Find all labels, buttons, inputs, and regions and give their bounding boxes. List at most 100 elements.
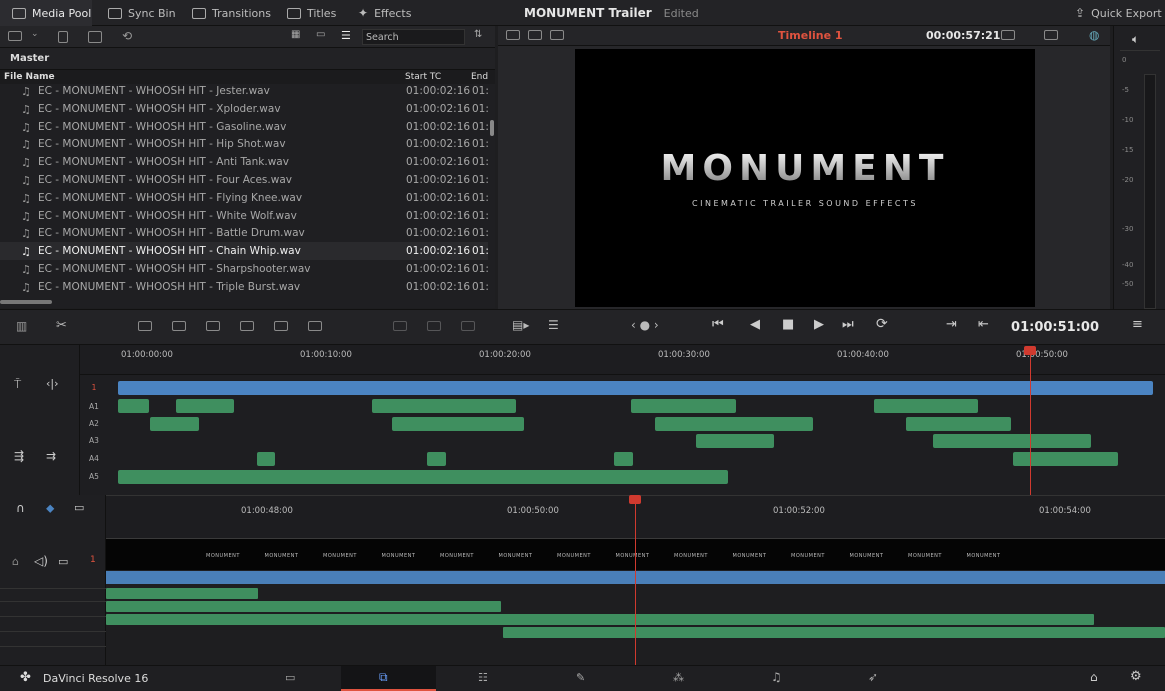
titles-tab[interactable]: Titles (287, 0, 336, 26)
fairlight-page-icon[interactable]: ♫ (771, 670, 782, 684)
file-row[interactable]: ♫ EC - MONUMENT - WHOOSH HIT - Jester.wav… (0, 82, 488, 100)
lock-icon[interactable]: ⌂ (12, 555, 19, 568)
audio-clip[interactable] (372, 399, 516, 413)
file-row[interactable]: ♫ EC - MONUMENT - WHOOSH HIT - Chain Whip… (0, 242, 488, 261)
jog-control[interactable]: ‹ ● › (631, 318, 659, 332)
home-icon[interactable]: ⌂ (1090, 670, 1098, 684)
audio-clip[interactable] (631, 399, 736, 413)
file-row[interactable]: ♫ EC - MONUMENT - WHOOSH HIT - Sharpshoot… (0, 260, 488, 278)
audio-level-icon[interactable]: ▥ (16, 319, 27, 333)
file-row[interactable]: ♫ EC - MONUMENT - WHOOSH HIT - Flying Kne… (0, 189, 488, 207)
audio-clip[interactable] (906, 417, 1011, 431)
column-start-tc[interactable]: Start TC (405, 72, 441, 82)
track-label[interactable]: A3 (84, 436, 104, 445)
column-end[interactable]: End (471, 72, 488, 82)
fit-to-fill-icon[interactable] (240, 321, 254, 331)
new-folder-icon[interactable] (88, 31, 102, 43)
append-icon[interactable] (308, 321, 322, 331)
jump-start-icon[interactable]: ⏮ (712, 317, 724, 332)
film-icon[interactable] (550, 30, 564, 40)
razor-icon[interactable]: ✂ (56, 318, 67, 333)
search-input[interactable]: Search (362, 29, 465, 45)
horizontal-scrollbar[interactable] (0, 300, 52, 304)
track-label[interactable]: A4 (84, 454, 104, 463)
media-pool-tab[interactable]: Media Pool (0, 0, 92, 26)
quick-export-button[interactable]: ⇪ Quick Export (1075, 0, 1162, 26)
overwrite-clip-icon[interactable] (172, 321, 186, 331)
lower-playhead[interactable] (635, 500, 636, 665)
track-label[interactable]: A1 (84, 402, 104, 411)
file-row[interactable]: ♫ EC - MONUMENT - WHOOSH HIT - Xploder.wa… (0, 100, 488, 118)
transform-icon[interactable] (1001, 30, 1015, 40)
audio-clip[interactable] (503, 627, 1165, 638)
audio-clip[interactable] (427, 452, 446, 466)
fusion-page-icon[interactable]: ✎ (576, 671, 585, 684)
chevron-down-icon[interactable]: ⌄ (31, 29, 39, 39)
vertical-scrollbar[interactable] (490, 120, 494, 136)
menu-icon[interactable]: ≡ (1132, 317, 1143, 332)
track-label[interactable]: A5 (84, 472, 104, 481)
flag-icon[interactable]: ⬥ (46, 501, 54, 516)
audio-clip[interactable] (257, 452, 275, 466)
file-row[interactable]: ♫ EC - MONUMENT - WHOOSH HIT - Hip Shot.w… (0, 135, 488, 153)
lock-track-icon[interactable]: ⍑ (14, 377, 21, 392)
link-icon[interactable]: ⇶ (14, 449, 24, 463)
speaker-icon[interactable]: 🔈︎ (1132, 32, 1139, 47)
jump-end-icon[interactable]: ⏭ (842, 317, 854, 332)
trim-icon[interactable]: ‹|› (46, 377, 59, 390)
audio-clip[interactable] (150, 417, 199, 431)
video-icon[interactable]: ▭ (58, 555, 68, 568)
color-page-icon[interactable]: ⁂ (673, 671, 684, 684)
sliders-icon[interactable]: ☰ (548, 318, 559, 332)
audio-clip[interactable] (106, 588, 258, 599)
audio-clip[interactable] (118, 399, 149, 413)
grid-view-icon[interactable]: ▦ (291, 29, 300, 40)
relink-icon[interactable]: ⟲ (122, 29, 132, 43)
file-row[interactable]: ♫ EC - MONUMENT - WHOOSH HIT - Four Aces.… (0, 171, 488, 189)
timeline-view-icon[interactable]: ▤▸ (512, 318, 529, 332)
audio-clip[interactable] (1013, 452, 1118, 466)
marker-icon[interactable]: ▭ (74, 501, 84, 514)
source-overwrite-icon[interactable] (461, 321, 475, 331)
track-label[interactable]: A2 (84, 419, 104, 428)
file-row[interactable]: ♫ EC - MONUMENT - WHOOSH HIT - Triple Bur… (0, 278, 488, 296)
track-label[interactable]: 1 (84, 383, 104, 392)
audio-clip[interactable] (176, 399, 234, 413)
stop-icon[interactable]: ■ (782, 317, 794, 332)
deliver-page-icon[interactable]: ➶ (868, 670, 878, 684)
video-clip[interactable] (118, 381, 1153, 395)
color-wheel-icon[interactable]: ◍ (1089, 28, 1099, 42)
next-edit-icon[interactable]: ⇥ (946, 317, 957, 332)
viewer-screen[interactable]: MONUMENT CINEMATIC TRAILER SOUND EFFECTS (575, 49, 1035, 307)
strip-view-icon[interactable]: ▭ (316, 29, 325, 40)
sync-bin-tab[interactable]: Sync Bin (108, 0, 176, 26)
sort-icon[interactable]: ⇅ (474, 29, 482, 40)
file-row[interactable]: ♫ EC - MONUMENT - WHOOSH HIT - Battle Dru… (0, 224, 488, 242)
audio-clip[interactable] (106, 614, 1094, 625)
snap-icon[interactable]: ⇉ (46, 449, 56, 463)
audio-clip[interactable] (933, 434, 1091, 448)
loop-icon[interactable]: ⟳ (876, 316, 888, 332)
prev-edit-icon[interactable]: ⇤ (978, 317, 989, 332)
audio-clip[interactable] (392, 417, 524, 431)
ripple-icon[interactable] (393, 321, 407, 331)
upper-ruler[interactable]: 01:00:00:00 01:00:10:00 01:00:20:00 01:00:3… (80, 345, 1165, 375)
audio-icon[interactable]: ◁) (34, 554, 48, 568)
timeline-name[interactable]: Timeline 1 (778, 29, 843, 42)
edit-page-icon[interactable]: ☷ (478, 671, 488, 684)
effects-tab[interactable]: ✦ Effects (358, 0, 411, 26)
insert-clip-icon[interactable] (138, 321, 152, 331)
audio-clip[interactable] (655, 417, 813, 431)
viewer-mode-icon[interactable] (506, 30, 520, 40)
file-row[interactable]: ♫ EC - MONUMENT - WHOOSH HIT - White Wolf… (0, 207, 488, 225)
panel-toggle-icon[interactable] (8, 31, 22, 41)
reverse-icon[interactable]: ◀ (750, 317, 760, 332)
audio-clip[interactable] (696, 434, 774, 448)
file-row[interactable]: ♫ EC - MONUMENT - WHOOSH HIT - Anti Tank.… (0, 153, 488, 171)
media-page-icon[interactable]: ▭ (285, 671, 295, 684)
play-icon[interactable]: ▶ (814, 317, 824, 332)
playhead-marker[interactable] (1024, 346, 1036, 355)
display-options-icon[interactable] (1044, 30, 1058, 40)
audio-clip[interactable] (106, 601, 501, 612)
transitions-tab[interactable]: Transitions (192, 0, 271, 26)
